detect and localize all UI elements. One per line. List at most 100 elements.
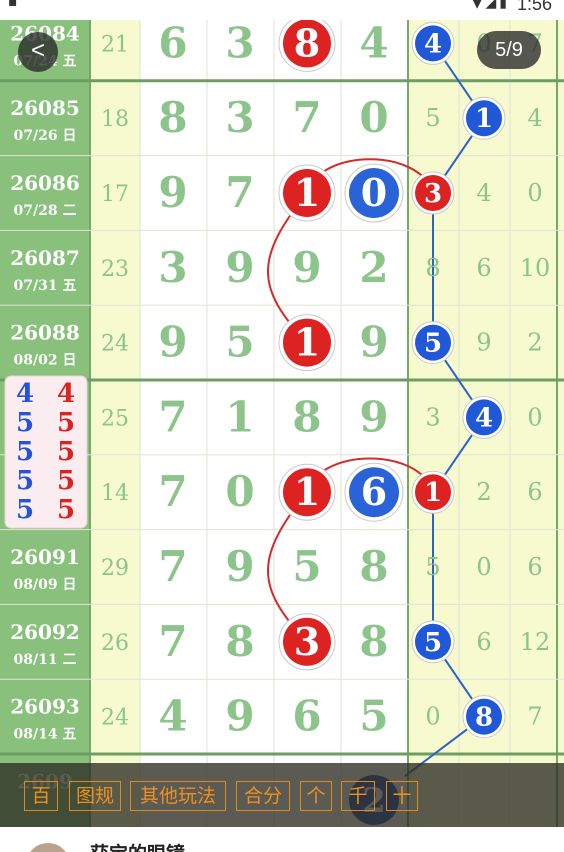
tab-tugui[interactable]: 图规	[69, 781, 121, 811]
digit-value: 7	[158, 392, 187, 441]
issue-date: 08/11 二	[14, 652, 77, 668]
popup-value-left: 5	[16, 437, 34, 467]
issue-number: 26086	[10, 171, 80, 195]
digit-value: 7	[158, 542, 187, 591]
popup-value-left: 5	[16, 495, 34, 525]
sim-card-icon: ▪	[8, 0, 18, 10]
issue-date: 08/09 日	[14, 577, 77, 593]
author-name[interactable]: 获宝的眼镜	[90, 839, 185, 852]
digit-value: 0	[225, 467, 254, 516]
status-time: 1:56	[516, 0, 552, 14]
digit-value: 1	[225, 392, 254, 441]
ball-digit: 8	[294, 20, 320, 65]
digit-value: 4	[158, 692, 187, 741]
tab-ge[interactable]: 个	[300, 781, 332, 811]
issue-date: 07/28 二	[14, 203, 77, 219]
issue-date: 08/02 日	[14, 353, 77, 369]
issue-date: 08/14 五	[14, 727, 77, 743]
digit-value: 2	[359, 243, 388, 292]
popup-value-right: 5	[57, 408, 75, 438]
digit-value: 9	[225, 692, 254, 741]
status-bar: ▪ ▼◢▮ 1:56	[0, 0, 564, 20]
back-button[interactable]: <	[18, 32, 58, 72]
sum-value: 21	[101, 32, 129, 57]
digit-value: 3	[158, 243, 187, 292]
span-value: 6	[476, 254, 491, 282]
sum-value: 23	[101, 257, 129, 282]
span-value: 6	[527, 553, 542, 581]
popup-value-right: 5	[57, 495, 75, 525]
ball-digit: 5	[424, 329, 442, 359]
ball-digit: 3	[424, 179, 442, 209]
ball-digit: 8	[475, 703, 493, 733]
popup-value-right: 5	[57, 466, 75, 496]
digit-value: 9	[359, 318, 388, 367]
ball-digit: 6	[361, 469, 387, 514]
span-value: 0	[425, 703, 440, 731]
digit-value: 3	[225, 93, 254, 142]
page-indicator: 5/9	[477, 31, 541, 69]
trend-chart: 2608407/24 五212608507/26 日182608607/28 二…	[0, 0, 564, 852]
digit-value: 9	[158, 318, 187, 367]
digit-value: 7	[158, 617, 187, 666]
span-value: 4	[476, 179, 491, 207]
digit-value: 6	[158, 18, 187, 67]
span-value: 3	[425, 403, 440, 431]
issue-number: 26085	[10, 96, 80, 120]
digit-value: 9	[158, 168, 187, 217]
digit-value: 8	[292, 392, 321, 441]
tab-hefen[interactable]: 合分	[236, 781, 290, 811]
digit-value: 9	[225, 542, 254, 591]
sum-value: 14	[101, 481, 129, 506]
popup-value-right: 4	[57, 379, 75, 409]
issue-date: 07/31 五	[14, 278, 77, 294]
digit-value: 4	[359, 18, 388, 67]
ball-digit: 1	[294, 469, 320, 514]
popup-value-left: 5	[16, 408, 34, 438]
digit-value: 9	[292, 243, 321, 292]
ball-digit: 0	[361, 170, 387, 215]
sum-value: 18	[101, 107, 129, 132]
span-value: 5	[425, 553, 440, 581]
span-value: 12	[520, 628, 551, 656]
ball-digit: 4	[424, 29, 442, 59]
digit-value: 5	[225, 318, 254, 367]
span-value: 0	[527, 403, 542, 431]
digit-value: 5	[292, 542, 321, 591]
digit-value: 9	[225, 243, 254, 292]
ball-digit: 5	[424, 628, 442, 658]
tab-other-plays[interactable]: 其他玩法	[130, 781, 226, 811]
span-value: 9	[476, 329, 491, 357]
tab-bai[interactable]: 百	[24, 781, 58, 811]
sum-value: 29	[101, 556, 129, 581]
digit-value: 0	[359, 93, 388, 142]
digit-value: 8	[158, 93, 187, 142]
ball-digit: 1	[475, 104, 493, 134]
tab-shi[interactable]: 十	[386, 781, 418, 811]
digit-value: 7	[225, 168, 254, 217]
status-icons: ▼◢▮	[471, 0, 510, 11]
issue-number: 26092	[10, 620, 80, 644]
issue-number: 26087	[10, 246, 80, 270]
digit-value: 3	[225, 18, 254, 67]
span-value: 6	[527, 478, 542, 506]
span-value: 0	[476, 553, 491, 581]
issue-number: 26091	[10, 545, 80, 569]
issue-number: 26093	[10, 695, 80, 719]
popup-value-left: 5	[16, 466, 34, 496]
tab-qian[interactable]: 千	[341, 781, 375, 811]
sum-value: 17	[101, 182, 129, 207]
span-value: 2	[476, 478, 491, 506]
digit-value: 6	[292, 692, 321, 741]
sum-value: 24	[101, 706, 129, 731]
ball-digit: 1	[294, 320, 320, 365]
span-value: 8	[425, 254, 440, 282]
digit-value: 5	[359, 692, 388, 741]
span-value: 10	[520, 254, 551, 282]
bottom-toolbar: 百 图规 其他玩法 合分 个 千 十	[0, 763, 564, 827]
span-value: 2	[527, 329, 542, 357]
avatar[interactable]	[26, 843, 70, 852]
span-value: 5	[425, 104, 440, 132]
digit-value: 7	[158, 467, 187, 516]
sum-value: 26	[101, 631, 129, 656]
